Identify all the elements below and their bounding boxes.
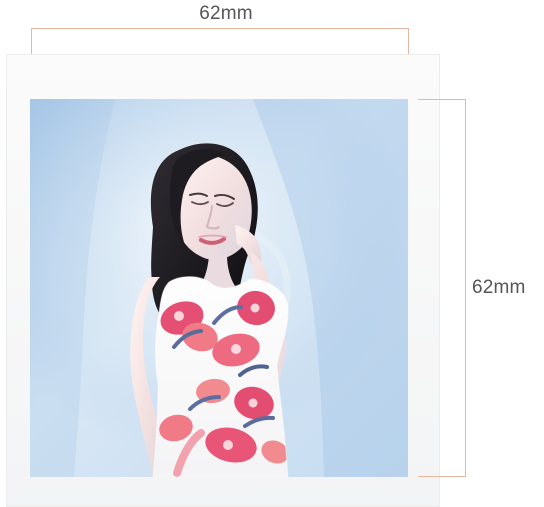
width-dimension-line [31,28,409,56]
height-dimension-line [418,99,466,477]
portrait-photo [30,99,408,477]
photo-frame [30,99,408,477]
product-dimension-page: 62mm 62mm [0,0,544,507]
floral-dress-illustration [153,276,289,477]
width-dimension-label: 62mm [199,3,253,24]
height-dimension-label: 62mm [472,277,526,298]
